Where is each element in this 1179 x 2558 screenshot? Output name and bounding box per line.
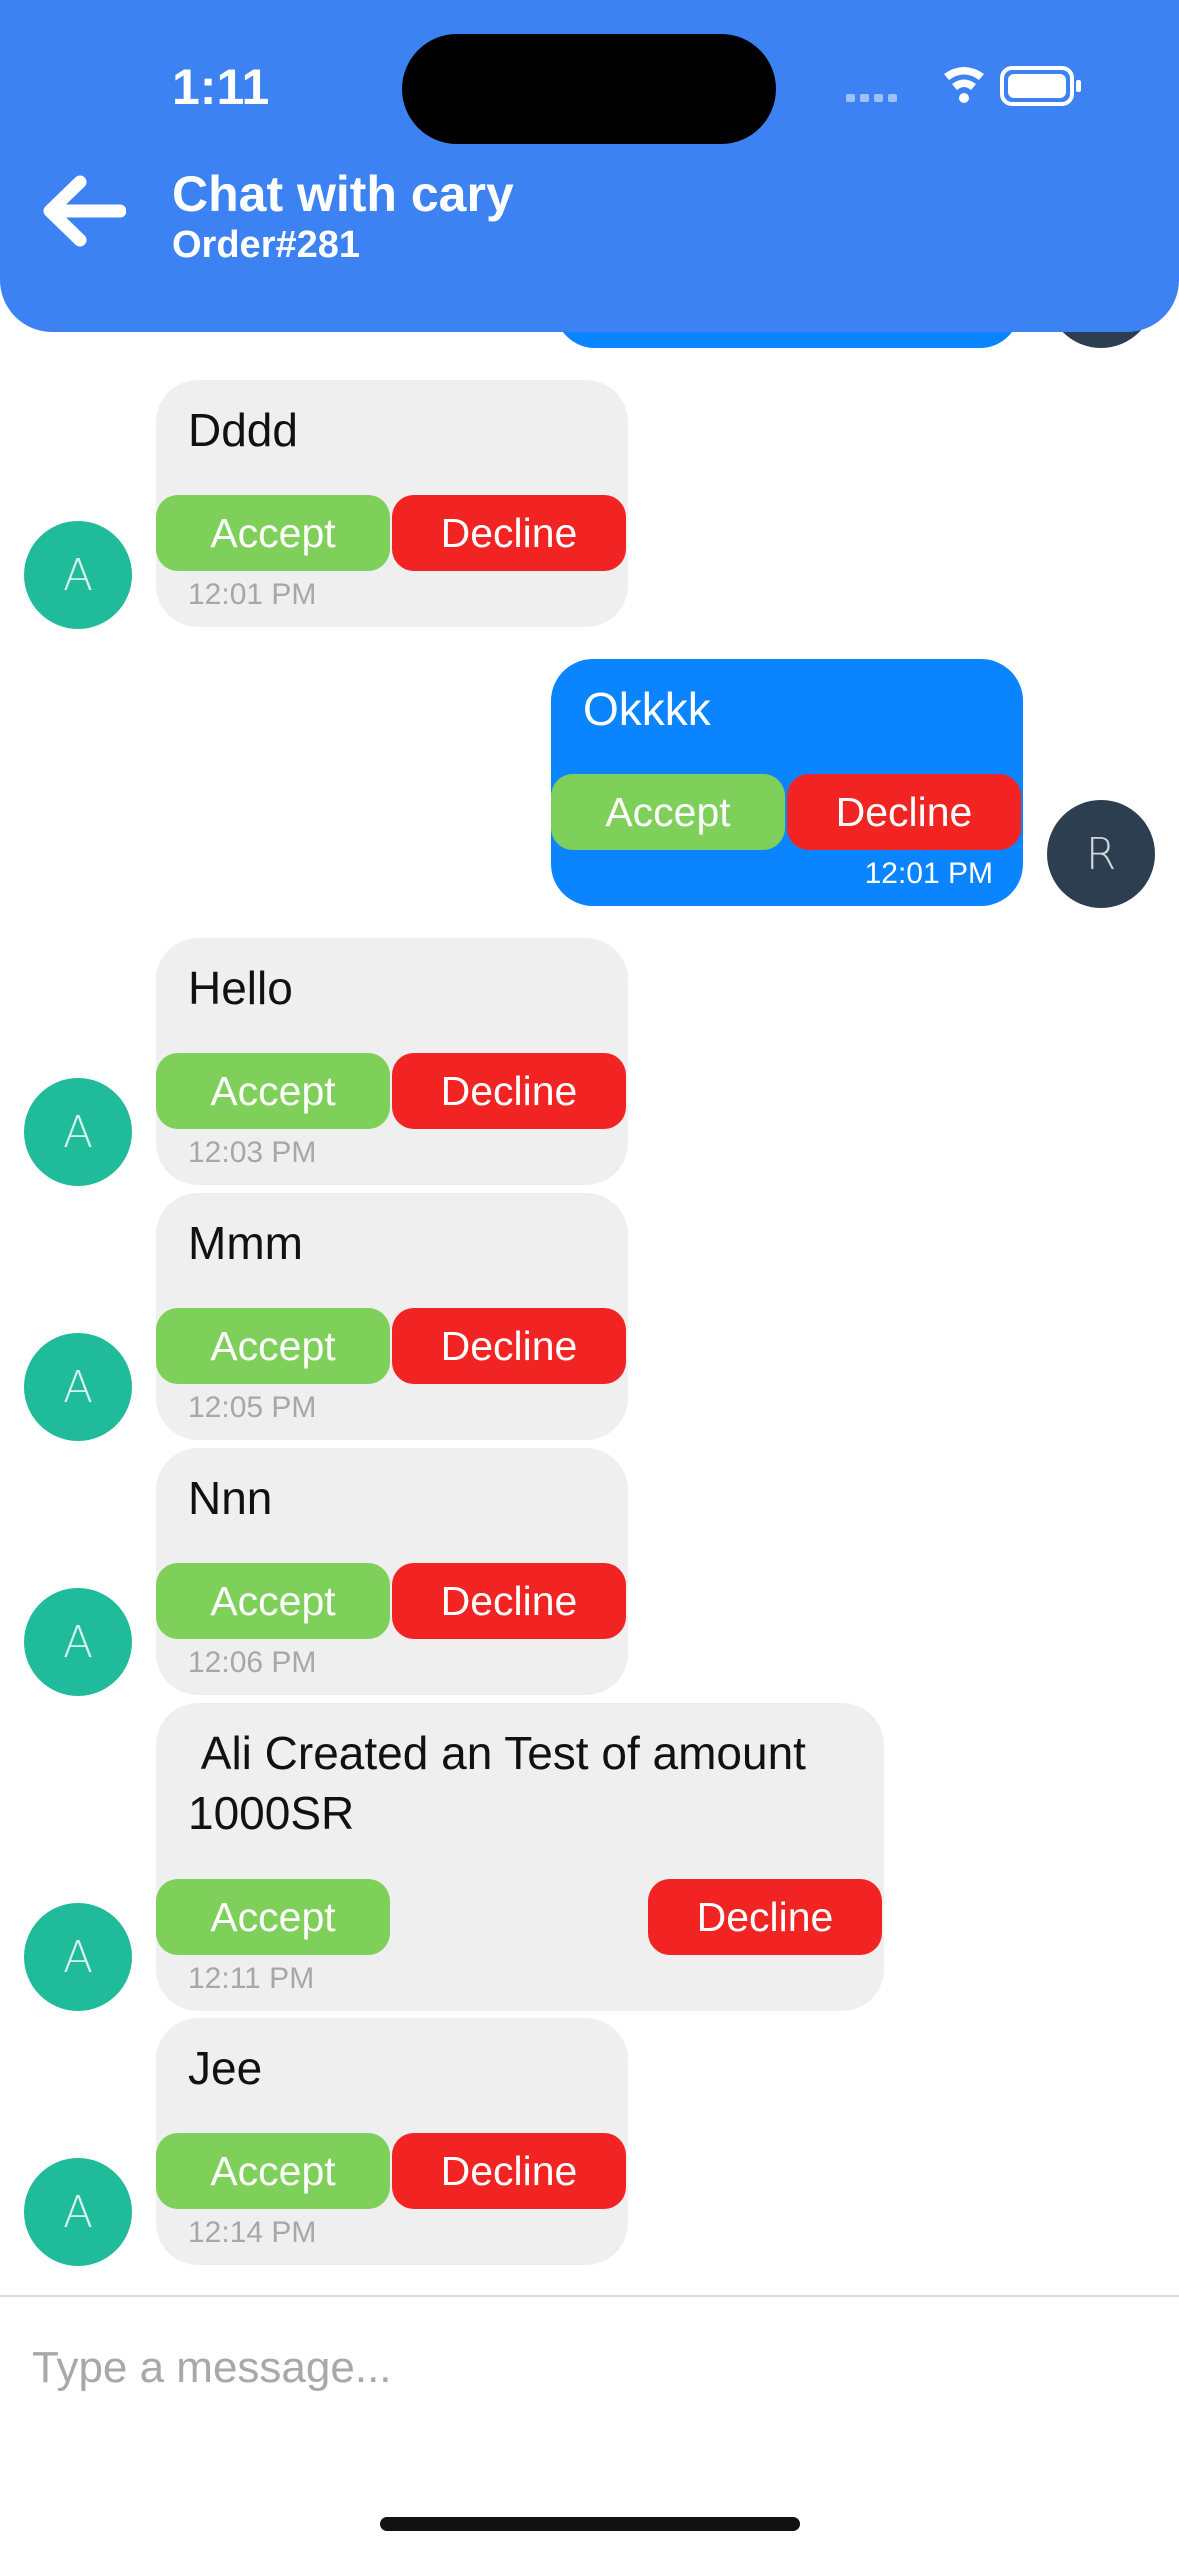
message-time: 12:14 PM [188,2216,317,2249]
message-time: 12:06 PM [188,1646,317,1679]
message-bubble: Nnn Accept Decline 12:06 PM [156,1448,628,1695]
wifi-icon [944,67,984,103]
decline-button[interactable]: Decline [648,1879,882,1955]
dynamic-island [402,34,776,144]
chat-title: Chat with cary [172,166,514,222]
decline-button[interactable]: Decline [392,2133,626,2209]
status-icons [846,62,1086,112]
chat-header: 1:11 Chat with cary Order#281 [0,0,1179,332]
accept-button[interactable]: Accept [156,495,390,571]
avatar: A [24,1078,132,1186]
order-number: Order#281 [172,224,361,266]
message-bubble: Ali Created an Test of amount 1000SR Acc… [156,1703,884,2011]
message-input[interactable] [30,2327,1134,2409]
message-bubble: Mmm Accept Decline 12:05 PM [156,1193,628,1440]
message-text: Ali Created an Test of amount 1000SR [188,1727,819,1839]
decline-button[interactable]: Decline [392,1563,626,1639]
message-bubble: Jee Accept Decline 12:14 PM [156,2018,628,2265]
message-text: Nnn [188,1472,273,1524]
accept-button[interactable]: Accept [156,1053,390,1129]
avatar: A [24,1333,132,1441]
message-text: Mmm [188,1217,303,1269]
message-text: Hello [188,962,293,1014]
message-text: Dddd [188,404,298,456]
avatar: A [24,521,132,629]
accept-button[interactable]: Accept [156,1879,390,1955]
avatar: A [24,1588,132,1696]
accept-button[interactable]: Accept [156,1563,390,1639]
decline-button[interactable]: Decline [392,1053,626,1129]
accept-button[interactable]: Accept [156,2133,390,2209]
accept-button[interactable]: Accept [156,1308,390,1384]
battery-icon [1000,66,1081,106]
accept-button[interactable]: Accept [551,774,785,850]
message-time: 12:01 PM [864,857,993,890]
message-time: 12:03 PM [188,1136,317,1169]
home-indicator[interactable] [380,2517,800,2531]
message-time: 12:05 PM [188,1391,317,1424]
signal-icon [846,94,897,102]
decline-button[interactable]: Decline [392,1308,626,1384]
message-bubble: Okkkk Accept Decline 12:01 PM [551,659,1023,906]
back-arrow-icon[interactable] [42,172,127,250]
message-time: 12:01 PM [188,578,317,611]
decline-button[interactable]: Decline [392,495,626,571]
avatar: R [1047,800,1155,908]
status-time: 1:11 [172,59,270,115]
avatar: A [24,1903,132,2011]
message-time: 12:11 PM [188,1962,315,1995]
decline-button[interactable]: Decline [787,774,1021,850]
message-bubble: Dddd Accept Decline 12:01 PM [156,380,628,627]
message-text: Jee [188,2042,263,2094]
message-bubble: Hello Accept Decline 12:03 PM [156,938,628,1185]
avatar: A [24,2158,132,2266]
message-text: Okkkk [583,683,711,735]
